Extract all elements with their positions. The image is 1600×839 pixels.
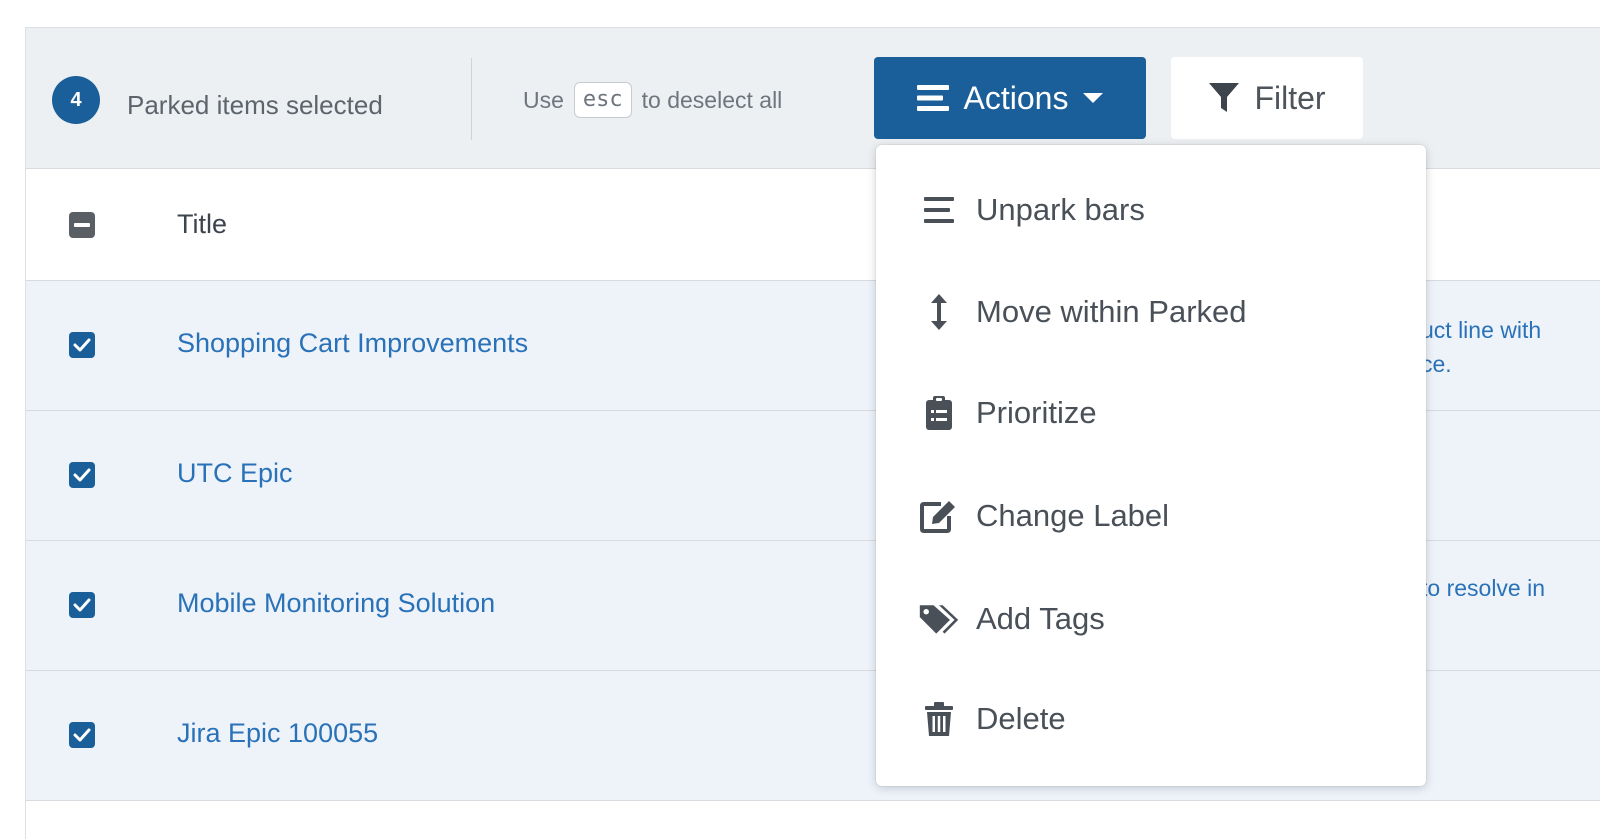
checkmark-icon [73, 468, 91, 482]
title-column-header[interactable]: Title [177, 209, 227, 240]
tags-icon [918, 598, 960, 640]
menu-item-label: Delete [976, 701, 1066, 736]
menu-item-change-label[interactable]: Change Label [876, 476, 1426, 556]
deselect-hint: Use esc to deselect all [523, 80, 782, 120]
menu-item-label: Unpark bars [976, 192, 1145, 227]
caret-down-icon [1083, 93, 1104, 103]
esc-key-badge: esc [573, 82, 632, 118]
row-checkbox[interactable] [69, 332, 95, 358]
list-icon [918, 189, 960, 231]
menu-item-label: Prioritize [976, 395, 1097, 430]
table-bottom-border [26, 800, 1600, 801]
filter-button-label: Filter [1254, 79, 1326, 116]
hint-suffix: to deselect all [641, 86, 783, 113]
row-checkbox[interactable] [69, 462, 95, 488]
row-title-link[interactable]: Mobile Monitoring Solution [177, 588, 495, 619]
checkmark-icon [73, 338, 91, 352]
toolbar-divider [471, 58, 472, 140]
row-checkbox[interactable] [69, 592, 95, 618]
trash-icon [918, 698, 960, 740]
menu-item-delete[interactable]: Delete [876, 679, 1426, 759]
menu-item-add-tags[interactable]: Add Tags [876, 579, 1426, 659]
actions-dropdown-menu: Unpark bars Move within Parked Prioritiz… [876, 145, 1426, 786]
row-checkbox[interactable] [69, 722, 95, 748]
row-description[interactable]: to resolve in [1421, 571, 1545, 605]
menu-item-prioritize[interactable]: Prioritize [876, 373, 1426, 453]
row-description[interactable]: uct line with [1421, 313, 1541, 347]
hamburger-icon [916, 85, 949, 111]
menu-item-unpark-bars[interactable]: Unpark bars [876, 170, 1426, 250]
row-title-link[interactable]: UTC Epic [177, 458, 293, 489]
checkmark-icon [73, 728, 91, 742]
checkmark-icon [73, 598, 91, 612]
vertical-arrows-icon [918, 291, 960, 333]
actions-button-label: Actions [963, 79, 1069, 116]
menu-item-move-within-parked[interactable]: Move within Parked [876, 272, 1426, 352]
selected-count-badge: 4 [52, 76, 100, 124]
hint-prefix: Use [523, 86, 564, 113]
edit-icon [918, 495, 960, 537]
filter-button[interactable]: Filter [1171, 57, 1363, 139]
menu-item-label: Move within Parked [976, 294, 1247, 329]
actions-button[interactable]: Actions [874, 57, 1146, 139]
row-title-link[interactable]: Jira Epic 100055 [177, 718, 378, 749]
row-title-link[interactable]: Shopping Cart Improvements [177, 328, 528, 359]
select-all-checkbox[interactable] [69, 212, 95, 238]
filter-icon [1209, 83, 1240, 112]
menu-item-label: Add Tags [976, 601, 1105, 636]
selected-items-label: Parked items selected [127, 90, 383, 120]
clipboard-icon [918, 392, 960, 434]
menu-item-label: Change Label [976, 498, 1170, 533]
